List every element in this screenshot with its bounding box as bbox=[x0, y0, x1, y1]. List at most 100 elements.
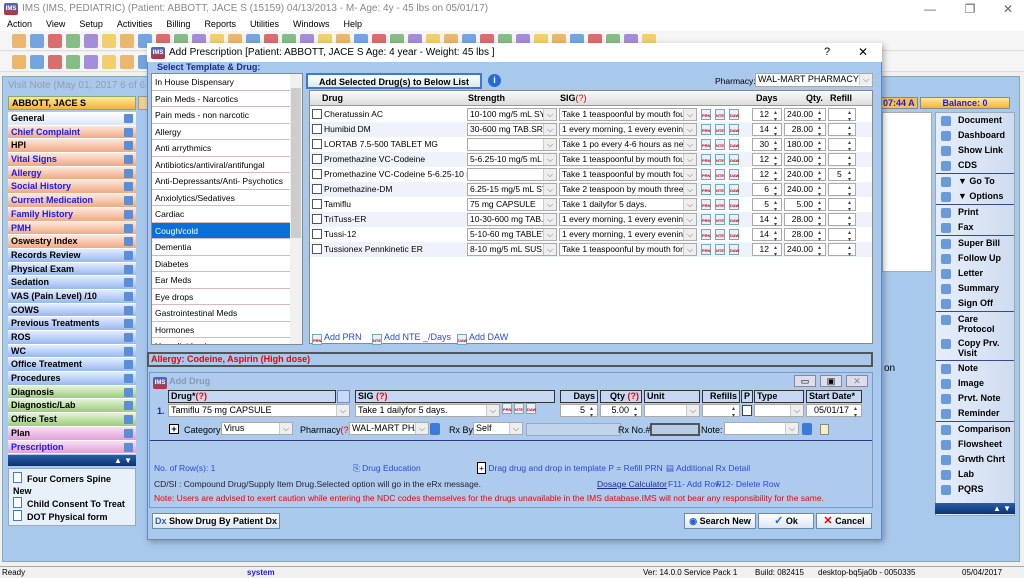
action-dashboard[interactable]: Dashboard bbox=[936, 128, 1014, 143]
sidebar-item-diagnosis[interactable]: Diagnosis bbox=[8, 385, 136, 400]
sidebar-item-hpi[interactable]: HPI bbox=[8, 139, 136, 154]
info-icon[interactable]: i bbox=[488, 74, 501, 87]
template-item[interactable]: Pain meds - non narcotic bbox=[152, 107, 291, 124]
template-item[interactable]: Diabetes bbox=[152, 256, 291, 272]
action-flowsheet[interactable]: Flowsheet bbox=[936, 437, 1014, 452]
col-qty[interactable]: Qty. bbox=[806, 91, 823, 106]
add-nte-link[interactable]: NTE Add NTE _/Days bbox=[372, 332, 451, 345]
col-drug[interactable]: Drug bbox=[322, 91, 343, 106]
section-edit-icon[interactable] bbox=[124, 264, 133, 274]
template-item[interactable]: Gastrointestinal Meds bbox=[152, 305, 291, 322]
action-cds[interactable]: CDS bbox=[936, 158, 1014, 173]
form-item[interactable]: Child Consent To Treat bbox=[13, 497, 131, 510]
right-panel-scroll-arrows[interactable]: ▲ ▼ bbox=[935, 503, 1015, 514]
action-prvt-note[interactable]: Prvt. Note bbox=[936, 391, 1014, 406]
sidebar-item-current-medication[interactable]: Current Medication bbox=[8, 194, 136, 208]
drug-checkbox[interactable] bbox=[312, 184, 322, 194]
toolbar-icon[interactable] bbox=[120, 34, 134, 48]
daw-icon[interactable]: DAW bbox=[729, 244, 739, 255]
prn-icon[interactable]: PRN bbox=[701, 244, 711, 255]
action-sign-off[interactable]: Sign Off bbox=[936, 296, 1014, 311]
template-item[interactable]: Antibiotics/antiviral/antifungal bbox=[152, 157, 291, 173]
drug-checkbox[interactable] bbox=[312, 229, 322, 239]
patient-name-bar[interactable]: ABBOTT, JACE S bbox=[8, 96, 136, 110]
section-edit-icon[interactable] bbox=[124, 223, 133, 233]
sig-select[interactable]: Take 1 teaspoonful by mouth for four bbox=[559, 243, 697, 256]
template-item[interactable]: Eye drops bbox=[152, 289, 291, 305]
add-selected-drugs-button[interactable]: Add Selected Drug(s) to Below List bbox=[306, 73, 482, 89]
section-edit-icon[interactable] bbox=[124, 168, 133, 178]
qty-stepper[interactable]: 180.00 bbox=[784, 138, 826, 153]
strength-select[interactable]: 8-10 mg/5 mL SUS.12 bbox=[467, 243, 557, 256]
daw-icon[interactable]: DAW bbox=[729, 169, 739, 180]
sidebar-item-physical-exam[interactable]: Physical Exam bbox=[8, 262, 136, 277]
action-go-to[interactable]: ▼ Go To bbox=[936, 173, 1014, 189]
template-scroll-thumb[interactable] bbox=[291, 88, 301, 238]
drug-checkbox[interactable] bbox=[312, 139, 322, 149]
sig-select[interactable]: Take 1 teaspoonful by mouth four bbox=[559, 108, 697, 121]
refill-stepper[interactable] bbox=[828, 228, 856, 243]
sig-select[interactable]: Take 1 teaspoonful by mouth four bbox=[559, 168, 697, 181]
section-edit-icon[interactable] bbox=[124, 333, 133, 342]
sidebar-item-procedures[interactable]: Procedures bbox=[8, 372, 136, 386]
days-stepper[interactable]: 6 bbox=[752, 183, 782, 198]
drug-checkbox[interactable] bbox=[312, 124, 322, 134]
cancel-button[interactable]: ✕ Cancel bbox=[816, 513, 872, 529]
prn-icon[interactable]: PRN bbox=[701, 109, 711, 120]
toolbar-icon[interactable] bbox=[102, 34, 116, 48]
toolbar-icon[interactable] bbox=[102, 55, 116, 69]
toolbar-icon[interactable] bbox=[66, 34, 80, 48]
daw-icon[interactable]: DAW bbox=[729, 109, 739, 120]
nte-icon[interactable]: NTE bbox=[715, 199, 725, 210]
sidebar-item-allergy[interactable]: Allergy bbox=[8, 166, 136, 181]
daw-icon[interactable]: DAW bbox=[729, 154, 739, 165]
days-stepper[interactable]: 14 bbox=[752, 228, 782, 243]
refill-stepper[interactable] bbox=[828, 123, 856, 138]
refills-stepper[interactable] bbox=[702, 404, 740, 419]
nte-icon[interactable]: NTE bbox=[715, 169, 725, 180]
action-super-bill[interactable]: Super Bill bbox=[936, 235, 1014, 251]
days-stepper[interactable]: 5 bbox=[560, 404, 598, 419]
sig-select[interactable]: 1 every morning, 1 every evening bbox=[559, 213, 697, 226]
section-edit-icon[interactable] bbox=[124, 305, 133, 315]
action-image[interactable]: Image bbox=[936, 376, 1014, 391]
menu-view[interactable]: View bbox=[46, 19, 65, 29]
days-stepper[interactable]: 30 bbox=[752, 138, 782, 153]
sidebar-item-sedation[interactable]: Sedation bbox=[8, 276, 136, 290]
col-sig[interactable]: SIG(?) bbox=[560, 91, 587, 106]
pharmacy-lookup-icon[interactable] bbox=[430, 423, 440, 435]
menu-setup[interactable]: Setup bbox=[79, 19, 103, 29]
rxby-select[interactable]: Self bbox=[473, 422, 523, 435]
toolbar-icon[interactable] bbox=[48, 55, 62, 69]
section-edit-icon[interactable] bbox=[124, 291, 133, 301]
drug-pharmacy-select[interactable]: WAL-MART PHAF bbox=[349, 422, 429, 435]
qty-stepper[interactable]: 28.00 bbox=[784, 228, 826, 243]
sidebar-item-ros[interactable]: ROS bbox=[8, 331, 136, 345]
section-edit-icon[interactable] bbox=[124, 401, 133, 411]
drug-checkbox[interactable] bbox=[312, 199, 322, 209]
nte-icon[interactable]: NTE bbox=[715, 139, 725, 150]
sig-select[interactable]: Take 1 po every 4-6 hours as needed bbox=[559, 138, 697, 151]
sidebar-item-records-review[interactable]: Records Review bbox=[8, 248, 136, 263]
section-edit-icon[interactable] bbox=[124, 278, 133, 288]
toolbar-icon[interactable] bbox=[66, 55, 80, 69]
search-new-button[interactable]: ◉ Search New bbox=[684, 513, 756, 529]
sidebar-item-wc[interactable]: WC bbox=[8, 344, 136, 359]
drug-checkbox[interactable] bbox=[312, 169, 322, 179]
minimize-button[interactable]: — bbox=[915, 0, 945, 18]
section-edit-icon[interactable] bbox=[124, 155, 133, 165]
action-options[interactable]: ▼ Options bbox=[936, 189, 1014, 204]
type-select[interactable] bbox=[754, 404, 804, 417]
sidebar-item-vital-signs[interactable]: Vital Signs bbox=[8, 153, 136, 167]
template-item[interactable]: Anti-Depressants/Anti- Psychotics bbox=[152, 173, 291, 190]
start-date-input[interactable]: 05/01/17 bbox=[806, 404, 862, 419]
sidebar-item-general[interactable]: General bbox=[8, 112, 136, 126]
template-item[interactable]: Hormones bbox=[152, 322, 291, 338]
action-copy-prv-visit[interactable]: Copy Prv. Visit bbox=[936, 336, 1014, 360]
col-days[interactable]: Days bbox=[756, 91, 778, 106]
sig-select[interactable]: 1 every morning, 1 every evening bbox=[559, 228, 697, 241]
prn-icon[interactable]: PRN bbox=[502, 403, 512, 414]
panel-close-button[interactable]: ✕ bbox=[846, 375, 868, 387]
qty-help-link[interactable]: (?) bbox=[628, 391, 640, 401]
prn-icon[interactable]: PRN bbox=[701, 124, 711, 135]
